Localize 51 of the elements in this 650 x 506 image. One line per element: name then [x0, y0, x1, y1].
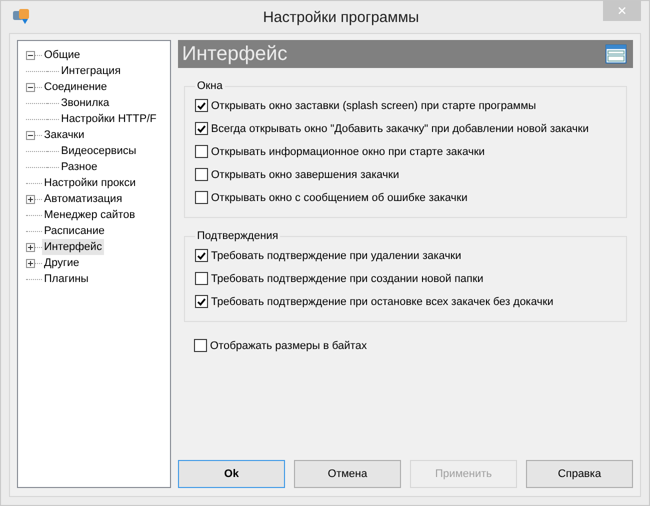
group-title: Окна [196, 80, 224, 92]
section-title: Интерфейс [182, 42, 288, 66]
collapse-icon[interactable] [26, 130, 35, 140]
tree-item[interactable]: Закачки [42, 127, 86, 143]
tree-item[interactable]: Плагины [42, 271, 91, 287]
checkbox-option[interactable]: Открывать информационное окно при старте закачки [195, 140, 618, 163]
window-icon [605, 44, 627, 64]
tree-item[interactable]: Менеджер сайтов [42, 207, 138, 223]
checkbox[interactable] [195, 191, 208, 204]
checkbox[interactable] [195, 249, 208, 262]
checkbox[interactable] [195, 99, 208, 112]
tree-item[interactable]: Интерфейс [42, 239, 104, 255]
collapse-icon[interactable] [26, 82, 35, 92]
checkbox-option[interactable]: Требовать подтверждение при остановке всех закачек без докачки [195, 290, 618, 313]
tree-item[interactable]: Разное [59, 159, 100, 175]
group-title: Подтверждения [196, 230, 280, 242]
checkmark-icon [197, 124, 206, 132]
checkbox-option[interactable]: Открывать окно заставки (splash screen) при старте программы [195, 94, 618, 117]
expand-icon[interactable] [26, 258, 35, 268]
checkbox-option[interactable]: Всегда открывать окно "Добавить закачку" при добавлении новой закачки [195, 117, 618, 140]
tree-item[interactable]: Звонилка [59, 95, 112, 111]
tree-item[interactable]: Настройки HTTP/F [59, 111, 158, 127]
tree-item[interactable]: Другие [42, 255, 82, 271]
tree-item[interactable]: Расписание [42, 223, 107, 239]
tree-item[interactable]: Автоматизация [42, 191, 124, 207]
tree-item[interactable]: Соединение [42, 79, 110, 95]
checkbox[interactable] [195, 168, 208, 181]
dialog-button[interactable]: Отмена [294, 460, 401, 488]
checkbox[interactable] [195, 295, 208, 308]
checkbox-option[interactable]: Открывать окно с сообщением об ошибке закачки [195, 186, 618, 209]
collapse-icon[interactable] [26, 50, 35, 60]
window-title: Настройки программы [262, 8, 420, 26]
checkbox[interactable] [195, 122, 208, 135]
checkbox-option[interactable]: Требовать подтверждение при создании новой папки [195, 267, 618, 290]
checkmark-icon [197, 252, 206, 260]
expand-icon[interactable] [26, 242, 35, 252]
tree-item[interactable]: Общие [42, 47, 82, 63]
checkbox-option[interactable]: Отображать размеры в байтах [194, 334, 617, 357]
checkbox-option[interactable]: Открывать окно завершения закачки [195, 163, 618, 186]
checkbox-option[interactable]: Требовать подтверждение при удалении закачки [195, 244, 618, 267]
expand-icon[interactable] [26, 194, 35, 204]
tree-item[interactable]: Интеграция [59, 63, 123, 79]
dialog-button[interactable]: Справка [526, 460, 633, 488]
checkmark-icon [197, 298, 206, 306]
dialog-button[interactable]: Ok [178, 460, 285, 488]
checkbox[interactable] [194, 339, 207, 352]
checkbox[interactable] [195, 145, 208, 158]
tree-item[interactable]: Настройки прокси [42, 175, 138, 191]
tree-item[interactable]: Видеосервисы [59, 143, 138, 159]
checkmark-icon [197, 102, 206, 110]
checkbox[interactable] [195, 272, 208, 285]
